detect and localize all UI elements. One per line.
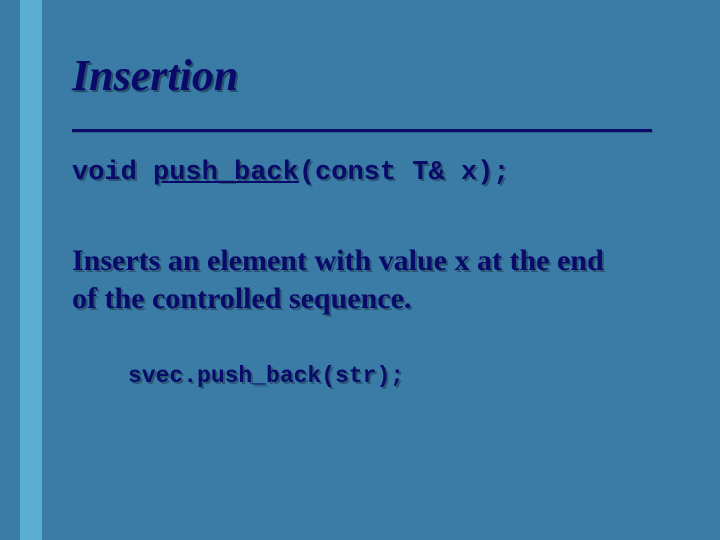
slide-content: Insertion Insertion void push_back(const… <box>72 50 680 389</box>
title-rule <box>72 129 652 132</box>
description: Inserts an element with value x at the e… <box>72 242 632 319</box>
title-text: Insertion <box>72 51 238 100</box>
signature-pre: void <box>72 158 153 188</box>
slide-title: Insertion Insertion <box>72 50 680 101</box>
description-text: Inserts an element with value x at the e… <box>72 244 604 315</box>
signature-text: void push_back(const T& x); <box>72 158 509 188</box>
signature-link[interactable]: push_back <box>153 158 299 188</box>
signature-post: (const T& x); <box>299 158 510 188</box>
function-signature: void push_back(const T& x); void push_ba… <box>72 158 680 188</box>
accent-bar <box>20 0 42 540</box>
code-example: svec.push_back(str); svec.push_back(str)… <box>128 363 680 389</box>
example-text: svec.push_back(str); <box>128 363 404 389</box>
